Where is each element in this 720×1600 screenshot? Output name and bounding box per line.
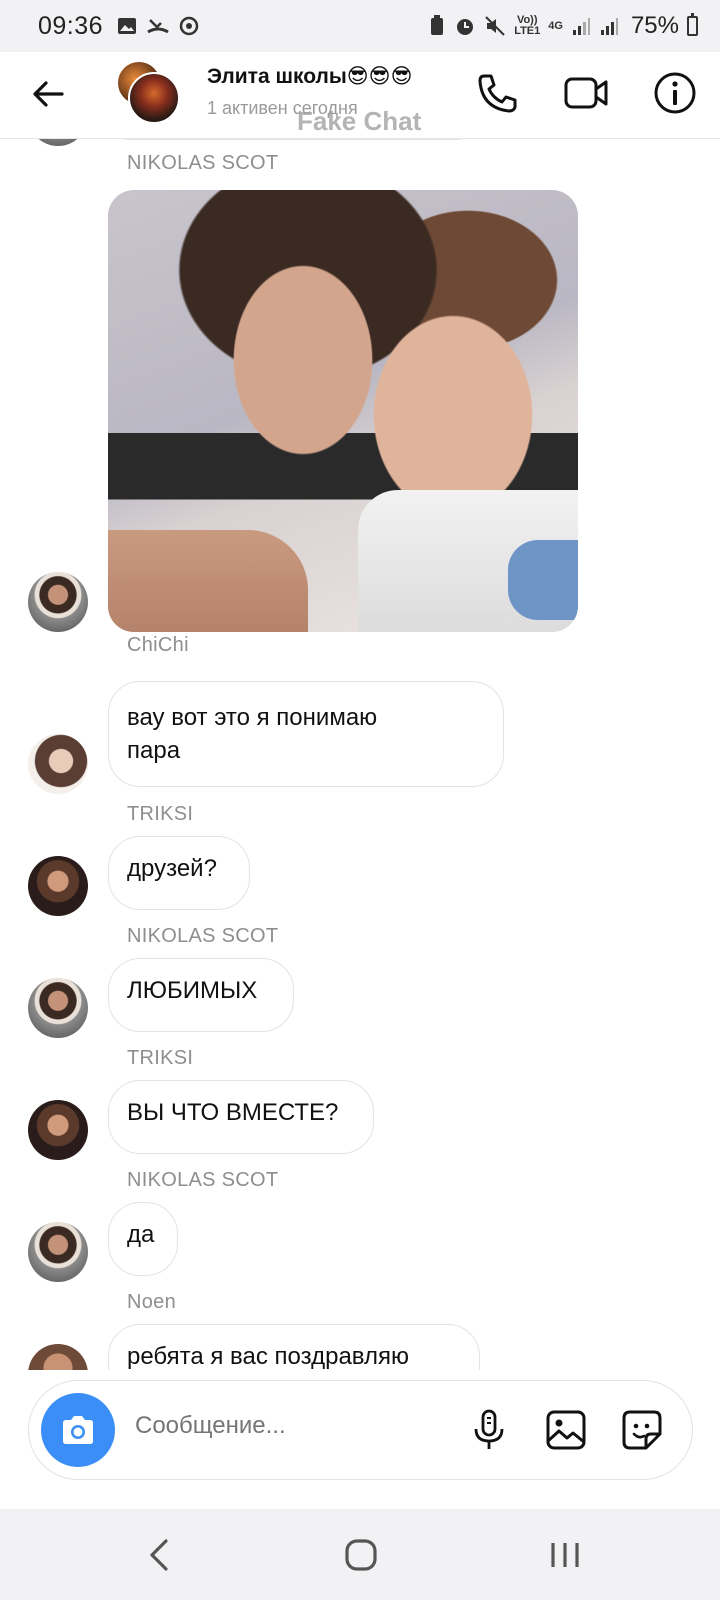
sender-name: NIKOLAS SCOT <box>127 1169 279 1191</box>
battery-percent: 75% <box>630 12 679 39</box>
gallery-icon[interactable] <box>543 1407 589 1453</box>
avatar[interactable] <box>28 856 88 916</box>
watermark: Fake Chat <box>297 106 422 136</box>
message-bubble[interactable]: да <box>108 1202 178 1276</box>
chat-messages[interactable]: NIKOLAS SCOT ChiChi вау вот это я понима… <box>0 138 720 1370</box>
avatar[interactable] <box>28 1100 88 1160</box>
chat-title[interactable]: Элита школы😎😎😎 <box>207 64 412 89</box>
sender-name: NIKOLAS SCOT <box>127 925 279 947</box>
gallery-notification-icon <box>118 18 137 34</box>
camera-button[interactable] <box>41 1393 115 1467</box>
message-bubble[interactable]: ребята я вас поздравляю <box>108 1324 480 1370</box>
chat-title-emoji: 😎😎😎 <box>346 65 413 88</box>
message-bubble[interactable]: друзей? <box>108 836 250 910</box>
group-avatar[interactable] <box>116 60 180 124</box>
message-text: ребята я вас поздравляю <box>127 1343 409 1370</box>
missed-call-icon <box>147 19 169 34</box>
message-bubble[interactable]: вау вот это я понимаю пара <box>108 681 504 787</box>
avatar[interactable] <box>28 1222 88 1282</box>
phone-call-icon[interactable] <box>475 70 521 116</box>
sender-name: TRIKSI <box>127 1047 194 1069</box>
alarm-icon <box>457 19 474 35</box>
message-text: ВЫ ЧТО ВМЕСТЕ? <box>127 1099 339 1126</box>
nav-home-icon[interactable] <box>337 1531 385 1579</box>
avatar[interactable] <box>28 572 88 632</box>
message-text-line: пара <box>127 737 181 764</box>
nav-recent-apps-icon[interactable] <box>541 1531 589 1579</box>
sender-name: NIKOLAS SCOT <box>127 152 279 174</box>
mute-icon <box>485 16 505 36</box>
photo-detail-cuff <box>508 540 578 620</box>
sender-name: ChiChi <box>127 634 189 656</box>
nav-back-icon[interactable] <box>136 1531 184 1579</box>
avatar[interactable] <box>28 138 88 146</box>
message-text-line: вау вот это я понимаю <box>127 704 378 731</box>
group-avatar-image-b <box>128 72 180 124</box>
avatar[interactable] <box>28 978 88 1038</box>
sender-name: Noen <box>127 1291 177 1313</box>
photo-message[interactable] <box>108 190 578 632</box>
signal-icon <box>572 18 590 35</box>
video-call-icon[interactable] <box>563 70 609 116</box>
microphone-icon[interactable] <box>466 1407 512 1453</box>
message-text: друзей? <box>127 855 217 882</box>
sender-name: TRIKSI <box>127 803 194 825</box>
battery-icon <box>687 13 698 36</box>
status-time: 09:36 <box>38 11 104 40</box>
info-icon[interactable] <box>652 70 698 116</box>
system-nav-bar <box>0 1509 720 1600</box>
message-composer <box>28 1380 693 1480</box>
photo-detail-arm <box>108 530 308 632</box>
network-type: 4G <box>548 19 563 32</box>
status-bar: 09:36 Vo)) LTE1 4G 75% <box>0 0 720 52</box>
avatar[interactable] <box>28 734 88 794</box>
message-text: ЛЮБИМЫХ <box>127 977 258 1004</box>
message-bubble[interactable]: ЛЮБИМЫХ <box>108 958 294 1032</box>
sync-icon <box>179 16 199 36</box>
avatar[interactable] <box>28 1344 88 1370</box>
battery-saver-icon <box>431 15 444 35</box>
camera-icon <box>63 1416 93 1444</box>
signal-icon-2 <box>600 18 618 35</box>
back-arrow-icon[interactable] <box>28 74 68 114</box>
message-bubble[interactable]: ВЫ ЧТО ВМЕСТЕ? <box>108 1080 374 1154</box>
sticker-icon[interactable] <box>619 1407 665 1453</box>
message-text: да <box>127 1221 155 1248</box>
chat-header: Элита школы😎😎😎 1 активен сегодня Fake Ch… <box>0 52 720 139</box>
network-indicator: Vo)) LTE1 <box>514 14 541 37</box>
message-input[interactable] <box>133 1411 437 1441</box>
chat-title-text: Элита школы <box>207 65 347 88</box>
